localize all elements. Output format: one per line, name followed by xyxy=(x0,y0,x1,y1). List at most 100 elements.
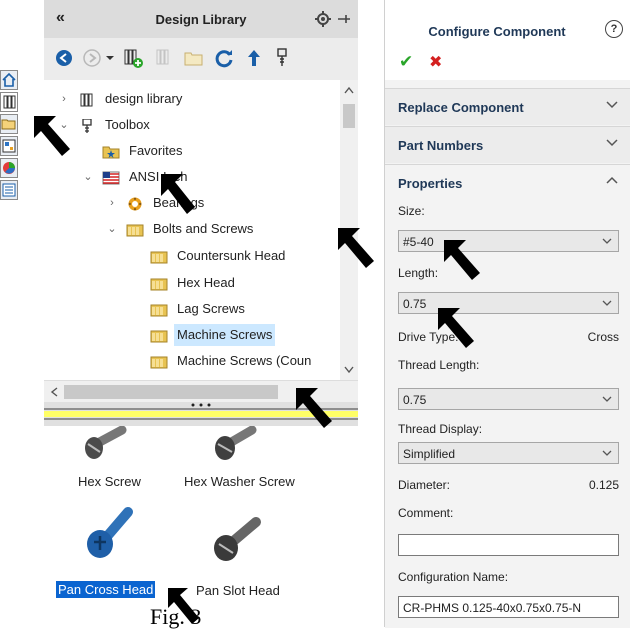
toolbox-icon[interactable] xyxy=(270,46,294,70)
refresh-icon[interactable] xyxy=(212,46,236,70)
folder-icon xyxy=(150,249,168,264)
custom-properties-icon xyxy=(2,183,16,197)
tree-item[interactable]: ⌄ Bolts and Screws xyxy=(106,218,340,240)
hex-washer-screw-icon xyxy=(215,426,257,460)
view-palette-tab[interactable] xyxy=(0,136,18,156)
tree-item-label: Lag Screws xyxy=(177,301,245,316)
expand-chevron-icon[interactable]: › xyxy=(58,88,70,110)
library-thumbnails: Hex Screw Hex Washer Screw Pan Cross Hea… xyxy=(44,426,358,610)
chevron-down-icon[interactable] xyxy=(605,97,619,111)
tree-item-label: design library xyxy=(105,91,183,106)
up-one-level-icon[interactable] xyxy=(242,46,266,70)
annotation-arrow xyxy=(338,228,374,268)
section-header: Replace Component xyxy=(398,100,524,115)
back-icon[interactable] xyxy=(52,46,76,70)
horizontal-scroll-thumb[interactable] xyxy=(64,385,278,399)
tree-item-label: Machine Screws xyxy=(174,324,276,346)
configuration-name-field[interactable]: CR-PHMS 0.125-40x0.75x0.75-N xyxy=(398,596,619,618)
tree-item-label: Bolts and Screws xyxy=(153,221,254,236)
pin-icon[interactable] xyxy=(336,11,352,27)
chevron-down-icon[interactable] xyxy=(605,135,619,149)
part-numbers-section[interactable]: Part Numbers xyxy=(385,126,630,163)
chevron-down-icon xyxy=(602,450,612,456)
diameter-label: Diameter: xyxy=(398,478,451,492)
length-dropdown[interactable]: 0.75 xyxy=(398,292,619,314)
expand-chevron-icon[interactable]: › xyxy=(106,192,118,214)
collapse-chevron-icon[interactable]: ⌄ xyxy=(82,166,94,188)
thumbnail-label: Hex Screw xyxy=(78,474,141,489)
design-library-toolbar xyxy=(44,38,358,81)
collapse-chevron-icon[interactable]: ⌄ xyxy=(106,218,118,240)
pan-slot-head-icon xyxy=(214,517,261,561)
home-icon xyxy=(2,72,16,87)
tree-item[interactable]: ⌄ Toolbox xyxy=(58,114,340,136)
comment-label: Comment: xyxy=(398,506,454,520)
scroll-left-icon[interactable] xyxy=(50,387,58,397)
thumbnail-label-selected: Pan Cross Head xyxy=(56,581,156,598)
file-explorer-tab[interactable] xyxy=(0,114,18,134)
new-folder-icon[interactable] xyxy=(182,46,206,70)
tree-item[interactable]: ›Bearings xyxy=(106,192,340,214)
annotation-arrow xyxy=(444,240,480,280)
annotation-arrow xyxy=(296,388,332,428)
tree-item[interactable]: Countersunk Head xyxy=(130,245,340,267)
gear-icon[interactable] xyxy=(314,10,332,28)
us-flag-icon xyxy=(102,170,120,185)
design-library-tab[interactable] xyxy=(0,92,18,112)
annotation-arrow xyxy=(34,116,70,156)
section-header[interactable]: Properties xyxy=(398,176,462,191)
size-dropdown[interactable]: #5-40 xyxy=(398,230,619,252)
pan-cross-head-icon xyxy=(87,507,133,558)
favorites-folder-icon xyxy=(102,144,120,159)
configure-component-panel: Configure Component ? ✔ ✖ Replace Compon… xyxy=(384,0,630,628)
tree-item[interactable]: Machine Screws (Coun xyxy=(130,350,340,372)
tree-item-label: Countersunk Head xyxy=(177,248,286,263)
replace-component-section[interactable]: Replace Component xyxy=(385,88,630,125)
tree-item[interactable]: Lag Screws xyxy=(130,298,340,320)
splitter-grip-icon[interactable] xyxy=(189,402,213,408)
library-tree: › design library ⌄ Toolbox Favorites ⌄ ANSI In… xyxy=(44,80,340,380)
chevron-up-icon[interactable] xyxy=(605,173,619,187)
thumbnail-label: Pan Slot Head xyxy=(196,583,280,598)
tree-item[interactable]: Hex Head xyxy=(130,272,340,294)
add-to-library-icon[interactable] xyxy=(120,46,144,70)
section-header: Part Numbers xyxy=(398,138,484,153)
folder-icon xyxy=(150,276,168,291)
diameter-value: 0.125 xyxy=(588,478,619,492)
folder-icon xyxy=(150,354,168,369)
scroll-up-icon[interactable] xyxy=(344,86,354,94)
length-value: 0.75 xyxy=(403,297,427,311)
tree-item[interactable]: Machine Screws xyxy=(130,324,340,346)
chevron-down-icon xyxy=(602,238,612,244)
forward-icon[interactable] xyxy=(80,46,104,70)
chevron-down-icon xyxy=(602,300,612,306)
tree-item[interactable]: ⌄ ANSI Inch xyxy=(82,166,340,188)
tree-item[interactable]: Favorites xyxy=(82,140,340,162)
appearances-tab[interactable] xyxy=(0,158,18,178)
thread-display-dropdown[interactable]: Simplified xyxy=(398,442,619,464)
hex-screw-icon xyxy=(85,426,127,459)
tree-item[interactable]: › design library xyxy=(58,88,340,110)
chevron-down-icon[interactable] xyxy=(104,46,116,70)
scroll-down-icon[interactable] xyxy=(344,366,354,374)
cancel-icon[interactable]: ✖ xyxy=(429,52,442,72)
thread-display-label: Thread Display: xyxy=(398,422,483,436)
tree-item-label: Favorites xyxy=(129,143,183,158)
vertical-scroll-thumb[interactable] xyxy=(343,104,355,128)
size-label: Size: xyxy=(398,204,425,218)
size-value: #5-40 xyxy=(403,235,434,249)
comment-field[interactable] xyxy=(398,534,619,556)
view-palette-icon xyxy=(2,139,16,153)
thread-length-dropdown[interactable]: 0.75 xyxy=(398,388,619,410)
ok-icon[interactable]: ✔ xyxy=(399,52,413,72)
custom-properties-tab[interactable] xyxy=(0,180,18,200)
library-icon xyxy=(3,95,16,109)
drive-type-value: Cross xyxy=(587,330,619,344)
add-file-location-icon[interactable] xyxy=(152,46,176,70)
help-icon[interactable]: ? xyxy=(605,20,623,38)
figure-caption: Fig. 3 xyxy=(150,604,202,629)
design-library-panel: « Design Library › design library ⌄ Toolbox… xyxy=(44,0,358,610)
chevron-down-icon xyxy=(602,396,612,402)
home-tab[interactable] xyxy=(0,70,18,90)
annotation-arrow xyxy=(161,174,195,214)
